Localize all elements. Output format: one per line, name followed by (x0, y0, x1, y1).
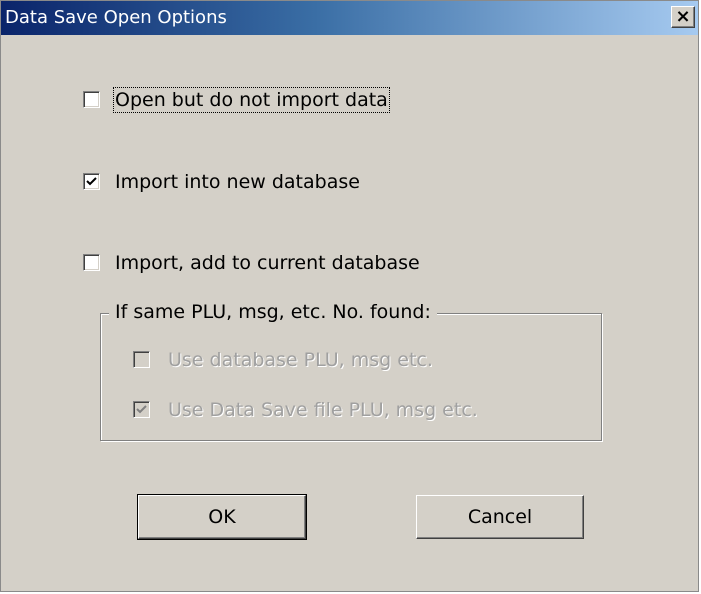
checkmark-icon (136, 405, 147, 414)
use-database-checkbox (133, 351, 150, 368)
use-data-save-file-label: Use Data Save file PLU, msg etc. (168, 399, 478, 421)
group-legend: If same PLU, msg, etc. No. found: (109, 301, 437, 323)
ok-button[interactable]: OK (137, 494, 307, 540)
use-data-save-file-checkbox (133, 401, 150, 418)
use-database-label: Use database PLU, msg etc. (168, 349, 433, 371)
import-add-current-label: Import, add to current database (115, 252, 420, 274)
close-button[interactable]: × (671, 6, 695, 28)
checkmark-icon (86, 177, 97, 186)
duplicate-handling-group (100, 313, 602, 441)
open-no-import-label: Open but do not import data (113, 87, 390, 113)
window-title: Data Save Open Options (5, 7, 227, 28)
import-add-current-checkbox[interactable] (83, 254, 100, 271)
title-bar: Data Save Open Options × (1, 1, 698, 35)
close-icon: × (675, 6, 691, 27)
dialog-window: Data Save Open Options × Open but do not… (0, 0, 699, 592)
import-new-database-checkbox[interactable] (83, 173, 100, 190)
cancel-button[interactable]: Cancel (416, 495, 584, 539)
open-no-import-checkbox[interactable] (83, 91, 100, 108)
import-new-database-label: Import into new database (115, 171, 360, 193)
